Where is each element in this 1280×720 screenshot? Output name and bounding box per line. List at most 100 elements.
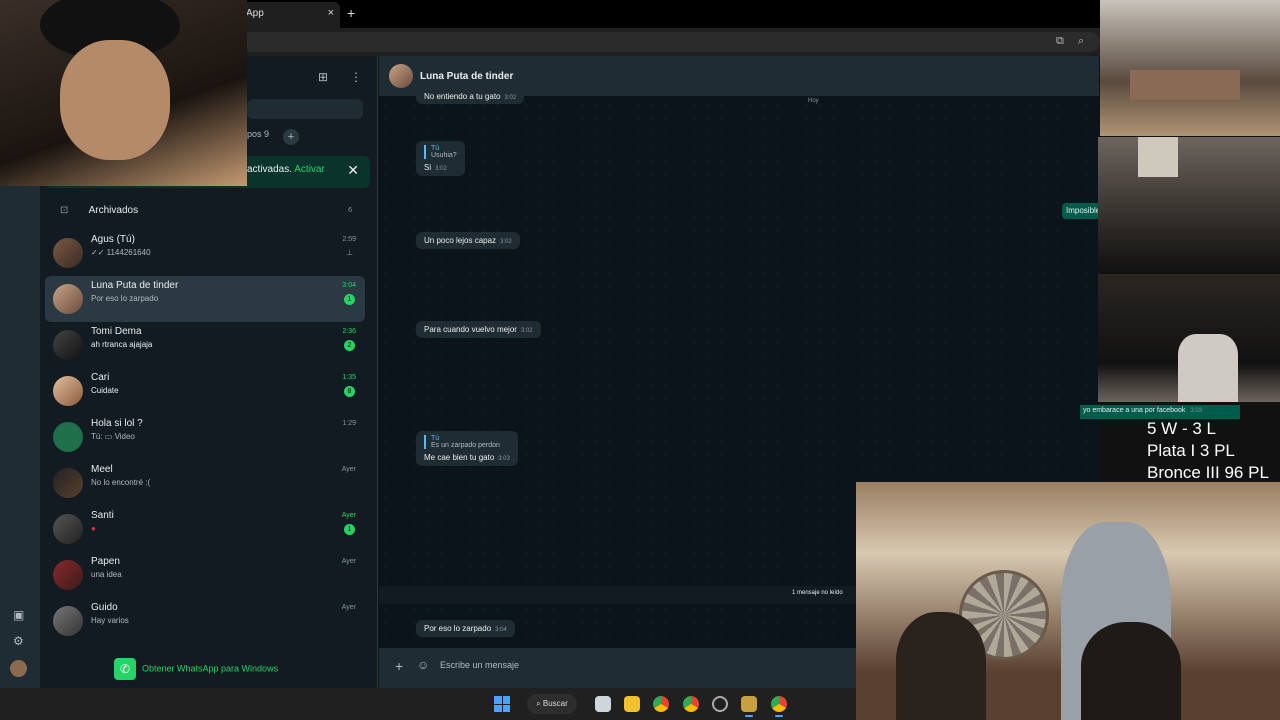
unread-badge: 8	[344, 386, 355, 397]
zoom-icon[interactable]: ⌕	[1078, 35, 1084, 48]
filter-chip[interactable]: pos 9	[247, 129, 269, 139]
get-whatsapp-link[interactable]: ✆ Obtener WhatsApp para Windows	[114, 658, 314, 680]
message-bubble: Tú Usuhia? Si 3:02	[416, 141, 465, 176]
pin-icon: ⊥	[346, 248, 353, 257]
menu-dots-icon[interactable]: ⋮	[350, 70, 362, 84]
avatar	[53, 284, 83, 314]
avatar	[53, 514, 83, 544]
chat-row[interactable]: Agus (Tú) ✓✓ 1144261640 2:59 ⊥	[45, 230, 365, 276]
chrome-active-icon[interactable]	[771, 696, 787, 717]
chat-row[interactable]: Guido Hay varios Ayer	[45, 598, 365, 644]
new-chat-icon[interactable]: ⊞	[318, 70, 328, 84]
close-icon[interactable]: ✕	[347, 162, 359, 179]
message-time: 3:04	[495, 627, 507, 633]
chrome-profile-icon[interactable]	[683, 696, 699, 712]
message-time: 3:02	[504, 95, 517, 101]
browser-tab[interactable]: App ×	[240, 2, 340, 28]
person-shape	[1081, 622, 1181, 720]
message-bubble: No entiendo a tu gato 3:02	[416, 90, 525, 104]
person-shape	[1178, 334, 1238, 402]
message-bubble: Un poco lejos capaz 3:02	[416, 232, 520, 249]
settings-gear-icon[interactable]: ⚙	[13, 634, 24, 648]
stat-line: Bronce III 96 PL	[1147, 463, 1269, 482]
chat-time: Ayer	[341, 466, 356, 473]
chat-time: 3:04	[342, 282, 356, 289]
tab-close-icon[interactable]: ×	[328, 7, 334, 19]
chat-row[interactable]: Cari Cuidate 1:35 8	[45, 368, 365, 414]
screen-cast-icon[interactable]: ⧉	[1056, 35, 1064, 48]
message-text: Si	[424, 163, 432, 172]
archived-row[interactable]: ⊡ Archivados 6	[60, 205, 360, 223]
message-time: 3:03	[498, 456, 510, 462]
emoji-icon[interactable]: ☺	[417, 658, 429, 672]
message-text: Para cuando vuelvo mejor	[424, 325, 517, 334]
app-icon[interactable]	[712, 696, 728, 712]
webcam-feed	[1098, 274, 1280, 402]
chat-time: 2:59	[342, 236, 356, 243]
profile-avatar[interactable]	[10, 660, 27, 677]
chat-search-input[interactable]	[247, 99, 363, 119]
chat-preview: Hay varios	[91, 616, 129, 625]
quote-text: Usuhia?	[431, 152, 457, 159]
chat-time: Ayer	[341, 512, 356, 519]
chat-row[interactable]: Meel No lo encontré :( Ayer	[45, 460, 365, 506]
webcam-feed	[1100, 0, 1280, 136]
webcam-feed	[0, 0, 247, 186]
group-avatar	[53, 422, 83, 452]
chat-name: Santi	[91, 510, 114, 521]
chat-preview: Por eso lo zarpado	[91, 294, 159, 303]
new-tab-button[interactable]: +	[347, 5, 355, 21]
chat-preview: ah rtranca ajajaja	[91, 340, 153, 349]
chat-name: Papen	[91, 556, 120, 567]
avatar	[53, 606, 83, 636]
chat-time: 1:29	[342, 420, 356, 427]
archive-icon: ⊡	[60, 205, 69, 216]
chat-preview: ✓✓ 1144261640	[91, 248, 151, 257]
quoted-message[interactable]: Tú Es un zarpado perdon	[424, 435, 510, 449]
message-composer: + ☺ Escribe un mensaje	[379, 648, 856, 688]
quote-author: Tú	[431, 145, 440, 152]
chat-name: Tomi Dema	[91, 326, 142, 337]
chat-name: Meel	[91, 464, 113, 475]
quoted-message[interactable]: Tú Usuhia?	[424, 145, 457, 159]
avatar	[53, 238, 83, 268]
stat-line: 5 W - 3 L	[1147, 419, 1216, 438]
unread-badge: 1	[344, 524, 355, 535]
windows-start-icon[interactable]	[494, 696, 510, 712]
task-view-icon[interactable]	[595, 696, 611, 712]
chat-name: Cari	[91, 372, 110, 383]
taskbar-search-label: Buscar	[542, 699, 568, 708]
chat-preview: No lo encontré :(	[91, 478, 151, 487]
league-client-icon[interactable]	[741, 696, 757, 717]
message-text: Por eso lo zarpado	[424, 624, 492, 633]
message-time: 3:02	[435, 166, 447, 172]
chrome-icon[interactable]	[653, 696, 669, 712]
archived-label: Archivados	[88, 205, 139, 216]
message-input[interactable]: Escribe un mensaje	[440, 660, 519, 670]
attach-plus-icon[interactable]: +	[395, 658, 403, 674]
chat-row[interactable]: Santi ● Ayer 1	[45, 506, 365, 552]
get-whatsapp-label: Obtener WhatsApp para Windows	[142, 663, 279, 674]
webcam-feed	[1098, 137, 1280, 273]
add-filter-button[interactable]: +	[283, 129, 299, 145]
sofa-shape	[1130, 70, 1240, 100]
contact-avatar[interactable]	[389, 64, 413, 88]
file-explorer-icon[interactable]	[624, 696, 640, 712]
message-text: Me cae bien tu gato	[424, 453, 495, 462]
chat-row[interactable]: Luna Puta de tinder Por eso lo zarpado 3…	[45, 276, 365, 322]
chat-row[interactable]: Tomi Dema ah rtranca ajajaja 2:36 2	[45, 322, 365, 368]
chat-time: Ayer	[341, 558, 356, 565]
tab-title: App	[246, 8, 264, 19]
media-icon[interactable]: ▣	[13, 608, 24, 622]
unread-badge: 1	[344, 294, 355, 305]
chat-time: 2:36	[342, 328, 356, 335]
whatsapp-icon: ✆	[114, 658, 136, 680]
chat-name: Guido	[91, 602, 118, 613]
chat-row[interactable]: Papen una idea Ayer	[45, 552, 365, 598]
activate-link[interactable]: Activar	[294, 164, 325, 175]
chat-row[interactable]: Hola si lol ? Tú: ▭ Video 1:29	[45, 414, 365, 460]
taskbar-search[interactable]: ⌕ Buscar	[527, 694, 577, 714]
stat-line: Plata I 3 PL	[1147, 441, 1235, 460]
person-shape	[896, 612, 986, 720]
url-input[interactable]	[240, 32, 1100, 52]
